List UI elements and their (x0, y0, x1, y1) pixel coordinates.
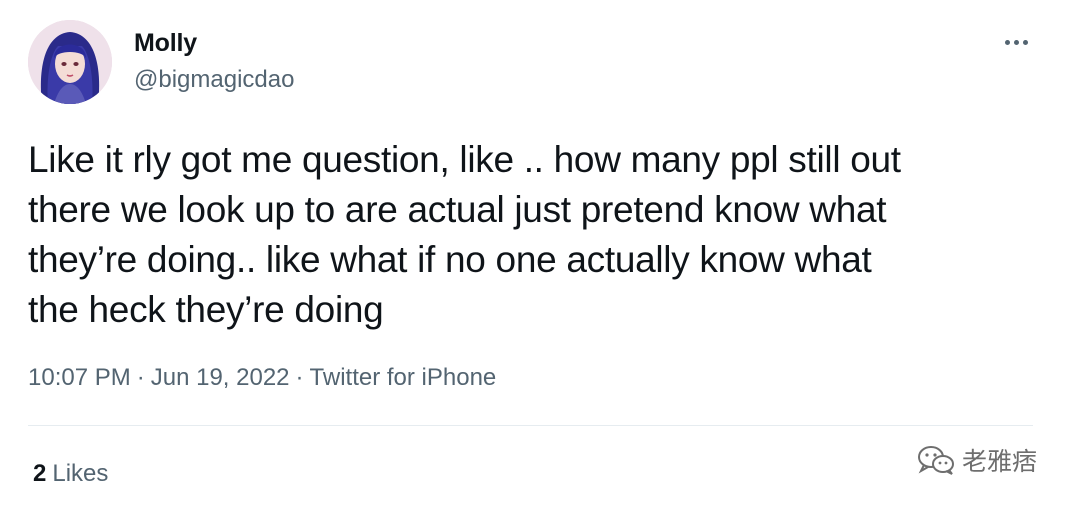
watermark-text: 老雅痞 (962, 448, 1038, 476)
likes-count: 2 (33, 460, 47, 487)
dot (1004, 39, 1010, 45)
likes-label: Likes (52, 460, 109, 487)
tweet-date[interactable]: Jun 19, 2022 (151, 364, 290, 391)
meta-separator: · (136, 364, 145, 391)
dot (1022, 39, 1028, 45)
tweet-time[interactable]: 10:07 PM (28, 364, 131, 391)
avatar[interactable] (28, 20, 112, 104)
author-name[interactable]: Molly (134, 29, 197, 58)
author-handle[interactable]: @bigmagicdao (134, 66, 294, 94)
tweet-text: Like it rly got me question, like .. how… (28, 139, 901, 330)
watermark: 老雅痞 (916, 442, 1037, 478)
tweet-card: Molly @bigmagicdao Like it rly got me qu… (0, 0, 1080, 506)
tweet-meta: 10:07 PM · Jun 19, 2022 · Twitter for iPhone (28, 364, 496, 392)
tweet-source[interactable]: Twitter for iPhone (310, 364, 497, 391)
dot (1013, 39, 1019, 45)
divider (28, 425, 1033, 426)
likes-stat[interactable]: 2 Likes (33, 460, 108, 488)
avatar-portrait-icon (28, 20, 112, 104)
meta-separator: · (295, 364, 304, 391)
wechat-icon (918, 446, 954, 475)
more-options-icon[interactable] (998, 30, 1034, 54)
